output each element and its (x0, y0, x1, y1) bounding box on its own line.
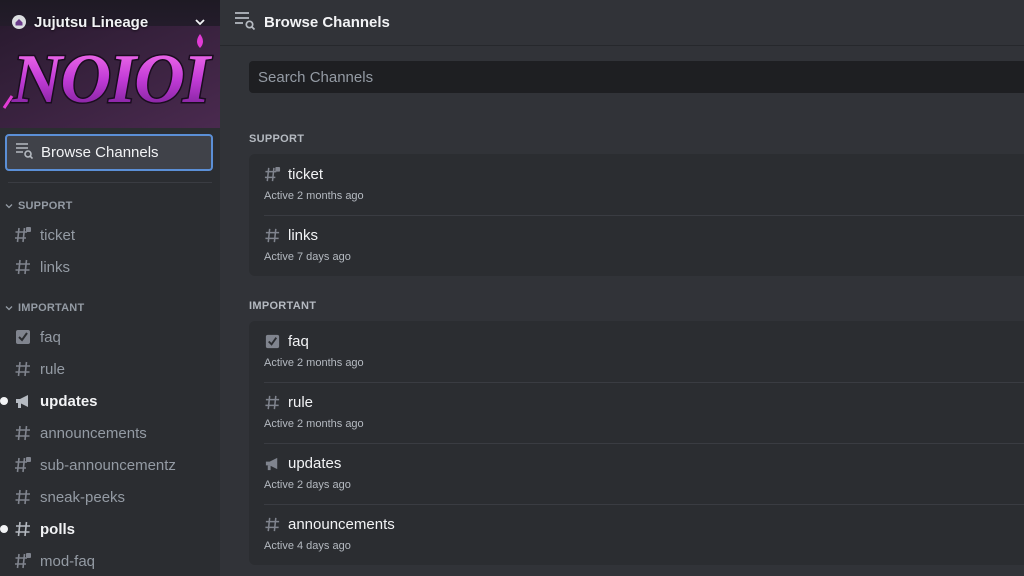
page-title: Browse Channels (264, 14, 390, 31)
channel-name: ticket (288, 166, 324, 183)
channel-name: sneak-peeks (40, 488, 126, 506)
hash-icon (14, 488, 32, 506)
channel-name: rule (288, 394, 314, 411)
channel-name: faq (288, 333, 309, 350)
sidebar-channel-announcements[interactable]: announcements (8, 418, 214, 448)
channel-row-ticket[interactable]: ticket Active 2 months ago (249, 154, 1024, 215)
chevron-down-icon (4, 201, 14, 211)
channel-activity: Active 7 days ago (264, 251, 351, 263)
hash-icon (14, 360, 32, 378)
sidebar-channel-faq[interactable]: faq (8, 322, 214, 352)
hash-lock-icon (264, 166, 281, 183)
channel-activity: Active 4 days ago (264, 540, 351, 552)
channel-name: polls (40, 520, 76, 538)
sidebar-channel-updates[interactable]: updates (0, 386, 214, 416)
hash-lock-icon (14, 456, 32, 474)
chevron-down-icon (4, 303, 14, 313)
megaphone-icon (264, 455, 281, 472)
search-channels-field[interactable] (249, 61, 1024, 93)
channel-activity: Active 2 days ago (264, 479, 351, 491)
sidebar-channel-ticket[interactable]: ticket (8, 220, 214, 250)
sidebar-divider (8, 182, 212, 183)
category-label: IMPORTANT (18, 302, 85, 314)
server-header[interactable]: NOIOI Jujutsu Lineage (0, 0, 220, 128)
browse-channels-button[interactable]: Browse Channels (5, 134, 213, 171)
channel-name: updates (40, 392, 98, 410)
channel-row-updates[interactable]: updates Active 2 days ago (249, 443, 1024, 504)
channel-row-faq[interactable]: faq Active 2 months ago (249, 321, 1024, 382)
channel-name: updates (288, 455, 342, 472)
browse-channels-icon (15, 141, 34, 164)
channel-name: links (40, 258, 71, 276)
channel-name: sub-announcementz (40, 456, 176, 474)
channel-name: announcements (288, 516, 395, 533)
channel-activity: Active 2 months ago (264, 418, 364, 430)
sidebar-channel-links[interactable]: links (8, 252, 214, 282)
category-label: SUPPORT (18, 200, 73, 212)
channel-name: rule (40, 360, 66, 378)
chevron-down-icon[interactable] (192, 14, 208, 30)
server-banner-image: NOIOI (0, 26, 220, 128)
section-label-support: SUPPORT (249, 133, 305, 145)
channel-sidebar: NOIOI Jujutsu Lineage Browse Channels SU… (0, 0, 220, 576)
hash-lock-icon (14, 226, 32, 244)
browse-channels-label: Browse Channels (41, 144, 159, 161)
category-support[interactable]: SUPPORT (4, 200, 73, 212)
category-important[interactable]: IMPORTANT (4, 302, 84, 314)
hash-icon (264, 394, 281, 411)
unread-indicator (0, 525, 8, 533)
sidebar-channel-polls[interactable]: polls (0, 514, 214, 544)
channel-name: links (288, 227, 319, 244)
banner-logo-text: NOIOI (11, 41, 213, 118)
channel-group-important: faq Active 2 months ago rule Active 2 mo… (249, 321, 1024, 565)
channel-name: mod-faq (40, 552, 96, 570)
sidebar-channel-mod-faq[interactable]: mod-faq (8, 546, 214, 576)
hash-icon (14, 520, 32, 538)
search-input[interactable] (258, 68, 1024, 86)
checkbox-icon (264, 333, 281, 350)
channel-name: announcements (40, 424, 147, 442)
sidebar-channel-sub-announcementz[interactable]: sub-announcementz (8, 450, 214, 480)
sidebar-channel-sneak-peeks[interactable]: sneak-peeks (8, 482, 214, 512)
hash-icon (14, 424, 32, 442)
hash-icon (14, 258, 32, 276)
channel-row-rule[interactable]: rule Active 2 months ago (249, 382, 1024, 443)
hash-lock-icon (14, 552, 32, 570)
hash-icon (264, 227, 281, 244)
channel-activity: Active 2 months ago (264, 190, 364, 202)
channel-row-announcements[interactable]: announcements Active 4 days ago (249, 504, 1024, 565)
section-label-important: IMPORTANT (249, 300, 317, 312)
server-name: Jujutsu Lineage (34, 13, 149, 31)
home-badge-icon (12, 15, 26, 29)
channel-name: faq (40, 328, 61, 346)
channel-group-support: ticket Active 2 months ago links Active … (249, 154, 1024, 276)
megaphone-icon (14, 392, 32, 410)
channel-name: ticket (40, 226, 76, 244)
browse-channels-icon (234, 10, 256, 35)
top-bar: Browse Channels (220, 0, 1024, 46)
hash-icon (264, 516, 281, 533)
unread-indicator (0, 397, 8, 405)
channel-row-links[interactable]: links Active 7 days ago (249, 215, 1024, 276)
sidebar-channel-rule[interactable]: rule (8, 354, 214, 384)
browse-channels-panel: Browse Channels SUPPORT ticket Active 2 … (220, 0, 1024, 576)
channel-activity: Active 2 months ago (264, 357, 364, 369)
checkbox-icon (14, 328, 32, 346)
